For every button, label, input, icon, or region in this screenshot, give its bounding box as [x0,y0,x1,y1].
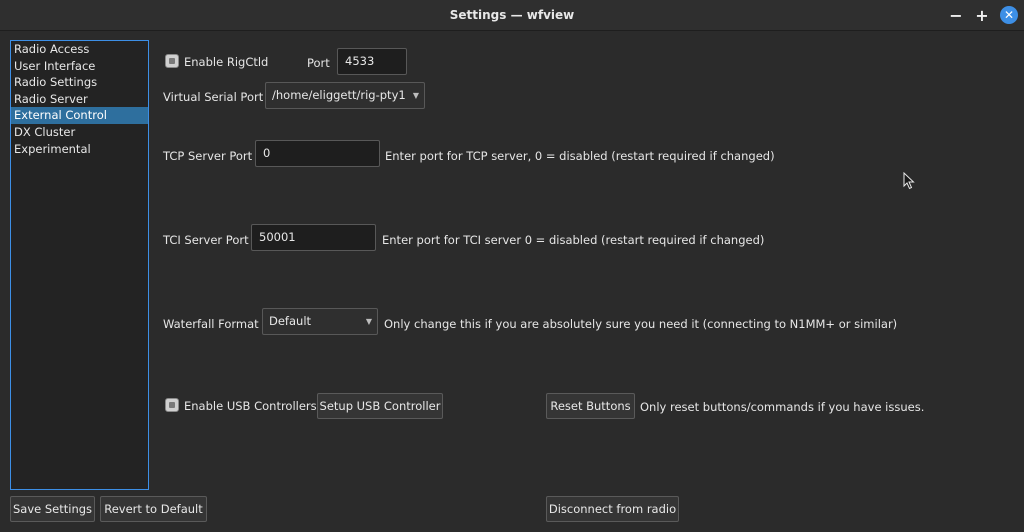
reset-buttons-button[interactable]: Reset Buttons [546,393,635,419]
disconnect-from-radio-button[interactable]: Disconnect from radio [546,496,679,522]
virtual-serial-port-value: /home/eliggett/rig-pty1 [272,88,406,102]
tcp-server-port-hint: Enter port for TCP server, 0 = disabled … [385,149,775,163]
save-settings-button[interactable]: Save Settings [10,496,95,522]
window-title: Settings — wfview [449,8,575,22]
minimize-button[interactable]: − [947,6,965,25]
tci-server-port-label: TCI Server Port [163,233,249,247]
waterfall-format-label: Waterfall Format [163,317,259,331]
reset-buttons-hint: Only reset buttons/commands if you have … [640,400,925,414]
close-button[interactable]: ✕ [1000,6,1018,24]
sidebar-item-radio-settings[interactable]: Radio Settings [11,74,148,91]
sidebar-item-dx-cluster[interactable]: DX Cluster [11,124,148,141]
chevron-down-icon: ▼ [412,91,419,100]
sidebar-item-experimental[interactable]: Experimental [11,141,148,158]
enable-rigctld-label: Enable RigCtld [184,55,269,69]
waterfall-format-hint: Only change this if you are absolutely s… [384,317,898,331]
waterfall-format-select[interactable]: Default ▼ [262,308,378,335]
chevron-down-icon: ▼ [365,317,372,326]
settings-category-list[interactable]: Radio Access User Interface Radio Settin… [10,40,149,490]
tcp-server-port-input[interactable]: 0 [255,140,380,167]
title-bar: Settings — wfview − + ✕ [0,0,1024,31]
sidebar-item-external-control[interactable]: External Control [11,107,148,124]
maximize-button[interactable]: + [973,6,991,25]
mouse-pointer-icon [903,171,915,193]
enable-usb-controllers-checkbox[interactable] [165,398,179,412]
tci-server-port-hint: Enter port for TCI server 0 = disabled (… [382,233,765,247]
sidebar-item-user-interface[interactable]: User Interface [11,58,148,75]
sidebar-item-radio-server[interactable]: Radio Server [11,91,148,108]
rigctld-port-input[interactable]: 4533 [337,48,407,75]
tcp-server-port-label: TCP Server Port [163,149,253,163]
virtual-serial-port-label: Virtual Serial Port [163,90,264,104]
tci-server-port-input[interactable]: 50001 [251,224,376,251]
revert-to-default-button[interactable]: Revert to Default [100,496,207,522]
enable-rigctld-checkbox[interactable] [165,54,179,68]
virtual-serial-port-select[interactable]: /home/eliggett/rig-pty1 ▼ [265,82,425,109]
sidebar-item-radio-access[interactable]: Radio Access [11,41,148,58]
setup-usb-controller-button[interactable]: Setup USB Controller [317,393,443,419]
waterfall-format-value: Default [269,314,312,328]
port-label: Port [307,56,330,70]
close-icon: ✕ [1003,8,1015,22]
enable-usb-controllers-label: Enable USB Controllers [184,399,317,413]
